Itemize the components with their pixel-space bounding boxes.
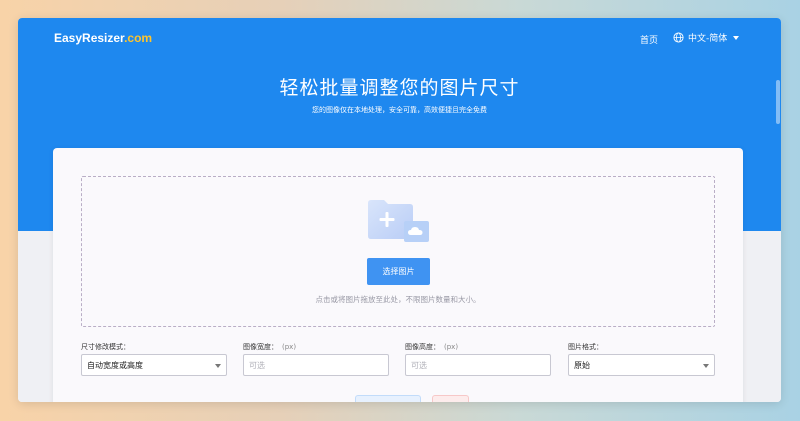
format-label: 图片格式：: [568, 342, 603, 351]
page-subtitle: 您的图像仅在本地处理，安全可靠，高效便捷且完全免费: [312, 106, 487, 114]
width-placeholder: 可选: [249, 360, 265, 370]
chevron-down-icon: [703, 364, 709, 368]
logo[interactable]: EasyResizer.com: [54, 31, 152, 45]
height-unit: (px): [444, 342, 459, 351]
width-field: 图像宽度： (px) 可选: [243, 340, 389, 376]
navbar: EasyResizer.com 首页 中文-简体: [18, 18, 781, 60]
upload-dropzone[interactable]: 选择图片 点击或将图片拖放至此处，不限图片数量和大小。: [81, 176, 715, 327]
logo-suffix: .com: [124, 31, 153, 45]
height-field: 图像高度： (px) 可选: [405, 340, 551, 376]
logo-text: EasyResizer: [54, 31, 125, 45]
format-field: 图片格式： 原始: [568, 340, 715, 376]
dropzone-hint: 点击或将图片拖放至此处，不限图片数量和大小。: [315, 295, 481, 304]
width-unit: (px): [282, 342, 297, 351]
folder-add-icon: [368, 200, 429, 242]
height-label-text: 图像高度：: [405, 342, 440, 351]
clear-button[interactable]: [432, 395, 469, 402]
language-label: 中文-简体: [688, 34, 728, 44]
resize-mode-value: 自动宽度或高度: [87, 360, 143, 370]
page-title: 轻松批量调整您的图片尺寸: [279, 77, 520, 99]
resize-mode-field: 尺寸修改模式： 自动宽度或高度: [81, 340, 227, 376]
width-label-text: 图像宽度：: [243, 342, 278, 351]
language-selector[interactable]: 中文-简体: [673, 31, 740, 44]
resize-card: 选择图片 点击或将图片拖放至此处，不限图片数量和大小。 尺寸修改模式： 自动宽度…: [53, 148, 743, 402]
width-label: 图像宽度： (px): [243, 340, 389, 353]
height-input[interactable]: 可选: [405, 354, 551, 376]
nav-home-link[interactable]: 首页: [640, 33, 658, 46]
select-images-button[interactable]: 选择图片: [367, 258, 430, 285]
browser-window: EasyResizer.com 首页 中文-简体 轻松批量调整您的图片尺寸 您的…: [18, 18, 781, 402]
height-label: 图像高度： (px): [405, 340, 551, 353]
chevron-down-icon: [733, 35, 740, 40]
resize-mode-label: 尺寸修改模式：: [81, 342, 130, 351]
chevron-down-icon: [215, 364, 221, 368]
globe-icon: [673, 32, 684, 43]
start-button[interactable]: [355, 395, 421, 402]
format-select[interactable]: 原始: [568, 354, 715, 376]
width-input[interactable]: 可选: [243, 354, 389, 376]
resize-mode-select[interactable]: 自动宽度或高度: [81, 354, 227, 376]
format-value: 原始: [574, 360, 590, 370]
height-placeholder: 可选: [411, 360, 427, 370]
